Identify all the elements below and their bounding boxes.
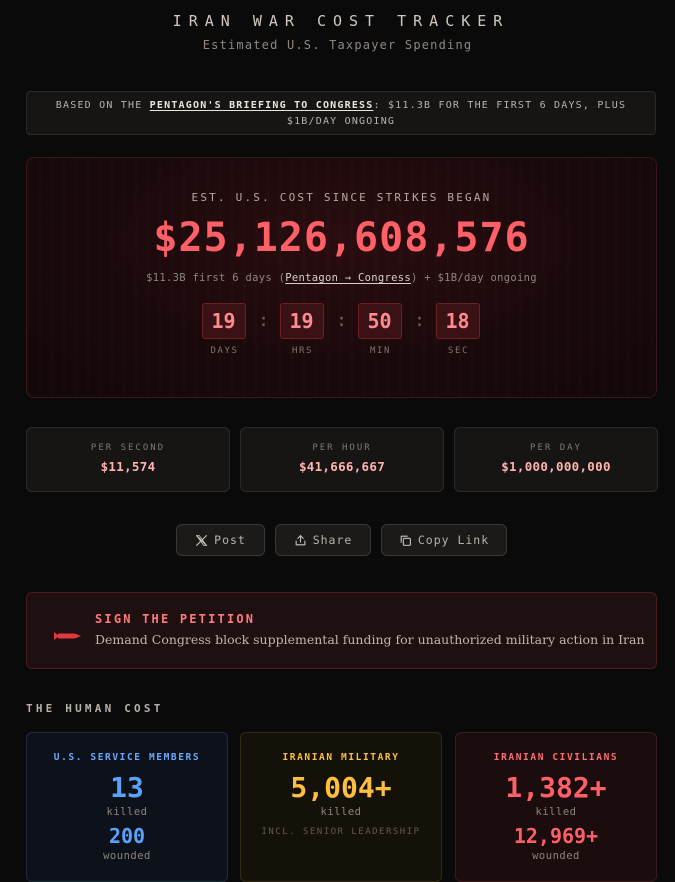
iran-civilians-wounded-count: 12,969+	[513, 824, 599, 848]
post-button[interactable]: Post	[176, 524, 265, 556]
note-prefix: $11.3B first 6 days (	[146, 272, 286, 284]
us-wounded-count: 200	[108, 824, 146, 848]
cost-counter-note: $11.3B first 6 days (Pentagon → Congress…	[27, 272, 656, 284]
timer-separator: :	[414, 310, 425, 331]
x-logo-icon	[195, 534, 208, 547]
note-suffix: ) + $1B/day ongoing	[411, 272, 537, 284]
iranian-military-card: IRANIAN MILITARY 5,004+ killed INCL. SEN…	[240, 732, 442, 882]
post-button-label: Post	[214, 533, 246, 547]
petition-title: SIGN THE PETITION	[95, 612, 256, 626]
elapsed-timer: 19 DAYS : 19 HRS : 50 MIN : 18 SEC	[27, 303, 656, 356]
us-card-title: U.S. SERVICE MEMBERS	[53, 752, 201, 763]
timer-seconds-label: SEC	[447, 346, 470, 356]
petition-description: Demand Congress block supplemental fundi…	[95, 632, 645, 647]
source-prefix: BASED ON THE	[55, 100, 150, 111]
pentagon-congress-link[interactable]: Pentagon → Congress	[285, 272, 411, 284]
iran-military-killed-count: 5,004+	[290, 771, 392, 804]
us-service-members-card: U.S. SERVICE MEMBERS 13 killed 200 wound…	[26, 732, 228, 882]
rate-value: $41,666,667	[298, 459, 386, 474]
timer-hours-value: 19	[279, 303, 324, 339]
copy-link-button-label: Copy Link	[417, 533, 490, 547]
timer-hours: 19 HRS	[279, 303, 326, 356]
timer-days-label: DAYS	[210, 346, 239, 356]
rate-card-per-second: PER SECOND $11,574	[26, 427, 230, 492]
copy-icon	[399, 534, 412, 547]
share-icon	[294, 534, 307, 547]
timer-minutes-value: 50	[357, 303, 402, 339]
copy-link-button[interactable]: Copy Link	[381, 524, 507, 556]
iranian-civilians-card: IRANIAN CIVILIANS 1,382+ killed 12,969+ …	[455, 732, 657, 882]
rate-label: PER HOUR	[312, 443, 372, 453]
source-banner: BASED ON THE PENTAGON'S BRIEFING TO CONG…	[26, 91, 656, 135]
rate-label: PER SECOND	[90, 443, 166, 453]
us-wounded-label: wounded	[103, 850, 151, 862]
timer-seconds-value: 18	[435, 303, 480, 339]
timer-minutes: 50 MIN	[357, 303, 404, 356]
iran-military-title: IRANIAN MILITARY	[282, 752, 400, 763]
page-title: IRAN WAR COST TRACKER	[172, 12, 510, 30]
iran-military-note: INCL. SENIOR LEADERSHIP	[261, 827, 421, 837]
timer-days-value: 19	[201, 303, 246, 339]
rate-value: $1,000,000,000	[501, 459, 611, 474]
timer-separator: :	[336, 310, 347, 331]
iran-civilians-killed-label: killed	[535, 806, 577, 818]
human-cost-heading: THE HUMAN COST	[26, 702, 164, 715]
rate-value: $11,574	[100, 459, 156, 474]
cost-counter-amount: $25,126,608,576	[153, 215, 530, 261]
timer-separator: :	[258, 310, 269, 331]
timer-hours-label: HRS	[291, 346, 314, 356]
page-header: IRAN WAR COST TRACKER Estimated U.S. Tax…	[0, 0, 675, 52]
iran-civilians-title: IRANIAN CIVILIANS	[493, 752, 619, 763]
timer-days: 19 DAYS	[201, 303, 248, 356]
rate-card-per-day: PER DAY $1,000,000,000	[454, 427, 658, 492]
page-subtitle: Estimated U.S. Taxpayer Spending	[202, 38, 473, 52]
rate-label: PER DAY	[530, 443, 582, 453]
pentagon-briefing-link[interactable]: PENTAGON'S BRIEFING TO CONGRESS	[150, 100, 374, 111]
us-killed-label: killed	[106, 806, 148, 818]
missile-icon	[52, 627, 82, 646]
share-button[interactable]: Share	[275, 524, 371, 556]
iran-military-killed-label: killed	[320, 806, 362, 818]
timer-seconds: 18 SEC	[435, 303, 482, 356]
cost-counter-card: EST. U.S. COST SINCE STRIKES BEGAN $25,1…	[26, 157, 657, 398]
us-killed-count: 13	[110, 771, 144, 804]
cost-counter-label: EST. U.S. COST SINCE STRIKES BEGAN	[191, 191, 492, 204]
timer-minutes-label: MIN	[369, 346, 392, 356]
rate-card-per-hour: PER HOUR $41,666,667	[240, 427, 444, 492]
share-button-label: Share	[312, 533, 353, 547]
iran-civilians-killed-count: 1,382+	[505, 771, 607, 804]
iran-civilians-wounded-label: wounded	[532, 850, 580, 862]
petition-banner[interactable]: SIGN THE PETITION Demand Congress block …	[26, 592, 657, 669]
